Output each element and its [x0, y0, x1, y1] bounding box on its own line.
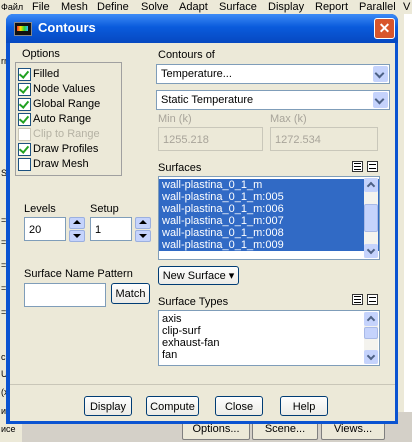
setup-input[interactable]: 1	[90, 217, 132, 241]
menu-v[interactable]: V	[403, 0, 410, 14]
surface-type-item[interactable]: fan	[159, 349, 379, 361]
menu-adapt[interactable]: Adapt	[179, 0, 208, 14]
scroll-thumb[interactable]	[364, 204, 378, 232]
close-button[interactable]: Close	[215, 396, 263, 416]
surface-type-item[interactable]: axis	[159, 313, 379, 325]
filled-label: Filled	[33, 68, 60, 80]
contours-category-value: Temperature...	[161, 68, 232, 80]
background-panel	[404, 14, 412, 442]
deselect-all-icon[interactable]	[367, 294, 378, 305]
surface-item[interactable]: wall-plastina_0_1_m	[159, 179, 379, 191]
surface-item[interactable]: wall-plastina_0_1_m:009	[159, 239, 379, 251]
contours-category-select[interactable]: Temperature...	[156, 64, 390, 84]
setup-label: Setup	[90, 203, 119, 215]
surface-types-list[interactable]: axis clip-surf exhaust-fan fan	[158, 310, 380, 366]
global-range-label: Global Range	[33, 98, 101, 110]
draw-mesh-checkbox[interactable]	[18, 158, 31, 171]
scroll-up-icon[interactable]	[364, 312, 378, 326]
help-button[interactable]: Help	[280, 396, 328, 416]
menu-surface[interactable]: Surface	[219, 0, 257, 14]
console-text: Файл	[1, 2, 24, 12]
surfaces-label: Surfaces	[158, 162, 202, 174]
surface-name-pattern-label: Surface Name Pattern	[24, 268, 133, 280]
new-surface-button[interactable]: New Surface ▾	[158, 266, 239, 285]
min-input: 1255.218	[158, 127, 263, 151]
surface-item[interactable]: wall-plastina_0_1_m:006	[159, 203, 379, 215]
dialog-title: Contours	[38, 20, 96, 35]
surface-item[interactable]: wall-plastina_0_1_m:005	[159, 191, 379, 203]
surfaces-list[interactable]: wall-plastina_0_1_m wall-plastina_0_1_m:…	[158, 176, 380, 260]
surface-types-label: Surface Types	[158, 296, 229, 308]
levels-increment-icon[interactable]	[69, 217, 85, 229]
surface-name-pattern-input[interactable]	[24, 283, 106, 307]
menu-display[interactable]: Display	[268, 0, 304, 14]
scroll-down-icon[interactable]	[364, 350, 378, 364]
filled-checkbox[interactable]	[18, 68, 31, 81]
clip-to-range-label: Clip to Range	[33, 128, 100, 140]
surface-item[interactable]: wall-plastina_0_1_m:007	[159, 215, 379, 227]
draw-profiles-checkbox[interactable]	[18, 143, 31, 156]
levels-input[interactable]: 20	[24, 217, 66, 241]
select-all-icon[interactable]	[352, 294, 363, 305]
select-all-icon[interactable]	[352, 161, 363, 172]
menu-solve[interactable]: Solve	[141, 0, 169, 14]
menu-parallel[interactable]: Parallel	[359, 0, 396, 14]
setup-decrement-icon[interactable]	[135, 230, 151, 242]
surface-item[interactable]: wall-plastina_0_1_m:008	[159, 227, 379, 239]
levels-decrement-icon[interactable]	[69, 230, 85, 242]
surface-type-item[interactable]: clip-surf	[159, 325, 379, 337]
surface-types-scrollbar[interactable]	[364, 312, 378, 364]
scroll-up-icon[interactable]	[364, 178, 378, 192]
match-button[interactable]: Match	[111, 283, 150, 304]
auto-range-checkbox[interactable]	[18, 113, 31, 126]
setup-increment-icon[interactable]	[135, 217, 151, 229]
contours-of-label: Contours of	[158, 49, 215, 61]
chevron-down-icon[interactable]	[373, 92, 388, 108]
scroll-down-icon[interactable]	[364, 244, 378, 258]
console-text: исе	[1, 424, 16, 434]
auto-range-label: Auto Range	[33, 113, 92, 125]
display-button[interactable]: Display	[84, 396, 132, 416]
levels-label: Levels	[24, 203, 56, 215]
global-range-checkbox[interactable]	[18, 98, 31, 111]
node-values-label: Node Values	[33, 83, 96, 95]
max-label: Max (k)	[270, 113, 307, 125]
menu-define[interactable]: Define	[97, 0, 129, 14]
contours-quantity-value: Static Temperature	[161, 94, 254, 106]
menu-report[interactable]: Report	[315, 0, 348, 14]
scroll-thumb[interactable]	[364, 327, 378, 339]
draw-mesh-label: Draw Mesh	[33, 158, 89, 170]
menu-file[interactable]: File	[32, 0, 50, 14]
draw-profiles-label: Draw Profiles	[33, 143, 99, 155]
min-label: Min (k)	[158, 113, 192, 125]
surfaces-scrollbar[interactable]	[364, 178, 378, 258]
contours-quantity-select[interactable]: Static Temperature	[156, 90, 390, 110]
node-values-checkbox[interactable]	[18, 83, 31, 96]
max-input: 1272.534	[270, 127, 378, 151]
deselect-all-icon[interactable]	[367, 161, 378, 172]
menu-bar: File Mesh Define Solve Adapt Surface Dis…	[0, 0, 412, 14]
menu-mesh[interactable]: Mesh	[61, 0, 88, 14]
contours-app-icon	[14, 22, 32, 36]
options-label: Options	[22, 48, 60, 60]
compute-button[interactable]: Compute	[146, 396, 199, 416]
chevron-down-icon[interactable]	[373, 66, 388, 82]
close-icon[interactable]: ✕	[374, 18, 395, 39]
surface-type-item[interactable]: exhaust-fan	[159, 337, 379, 349]
clip-to-range-checkbox	[18, 128, 31, 141]
divider	[10, 384, 395, 385]
